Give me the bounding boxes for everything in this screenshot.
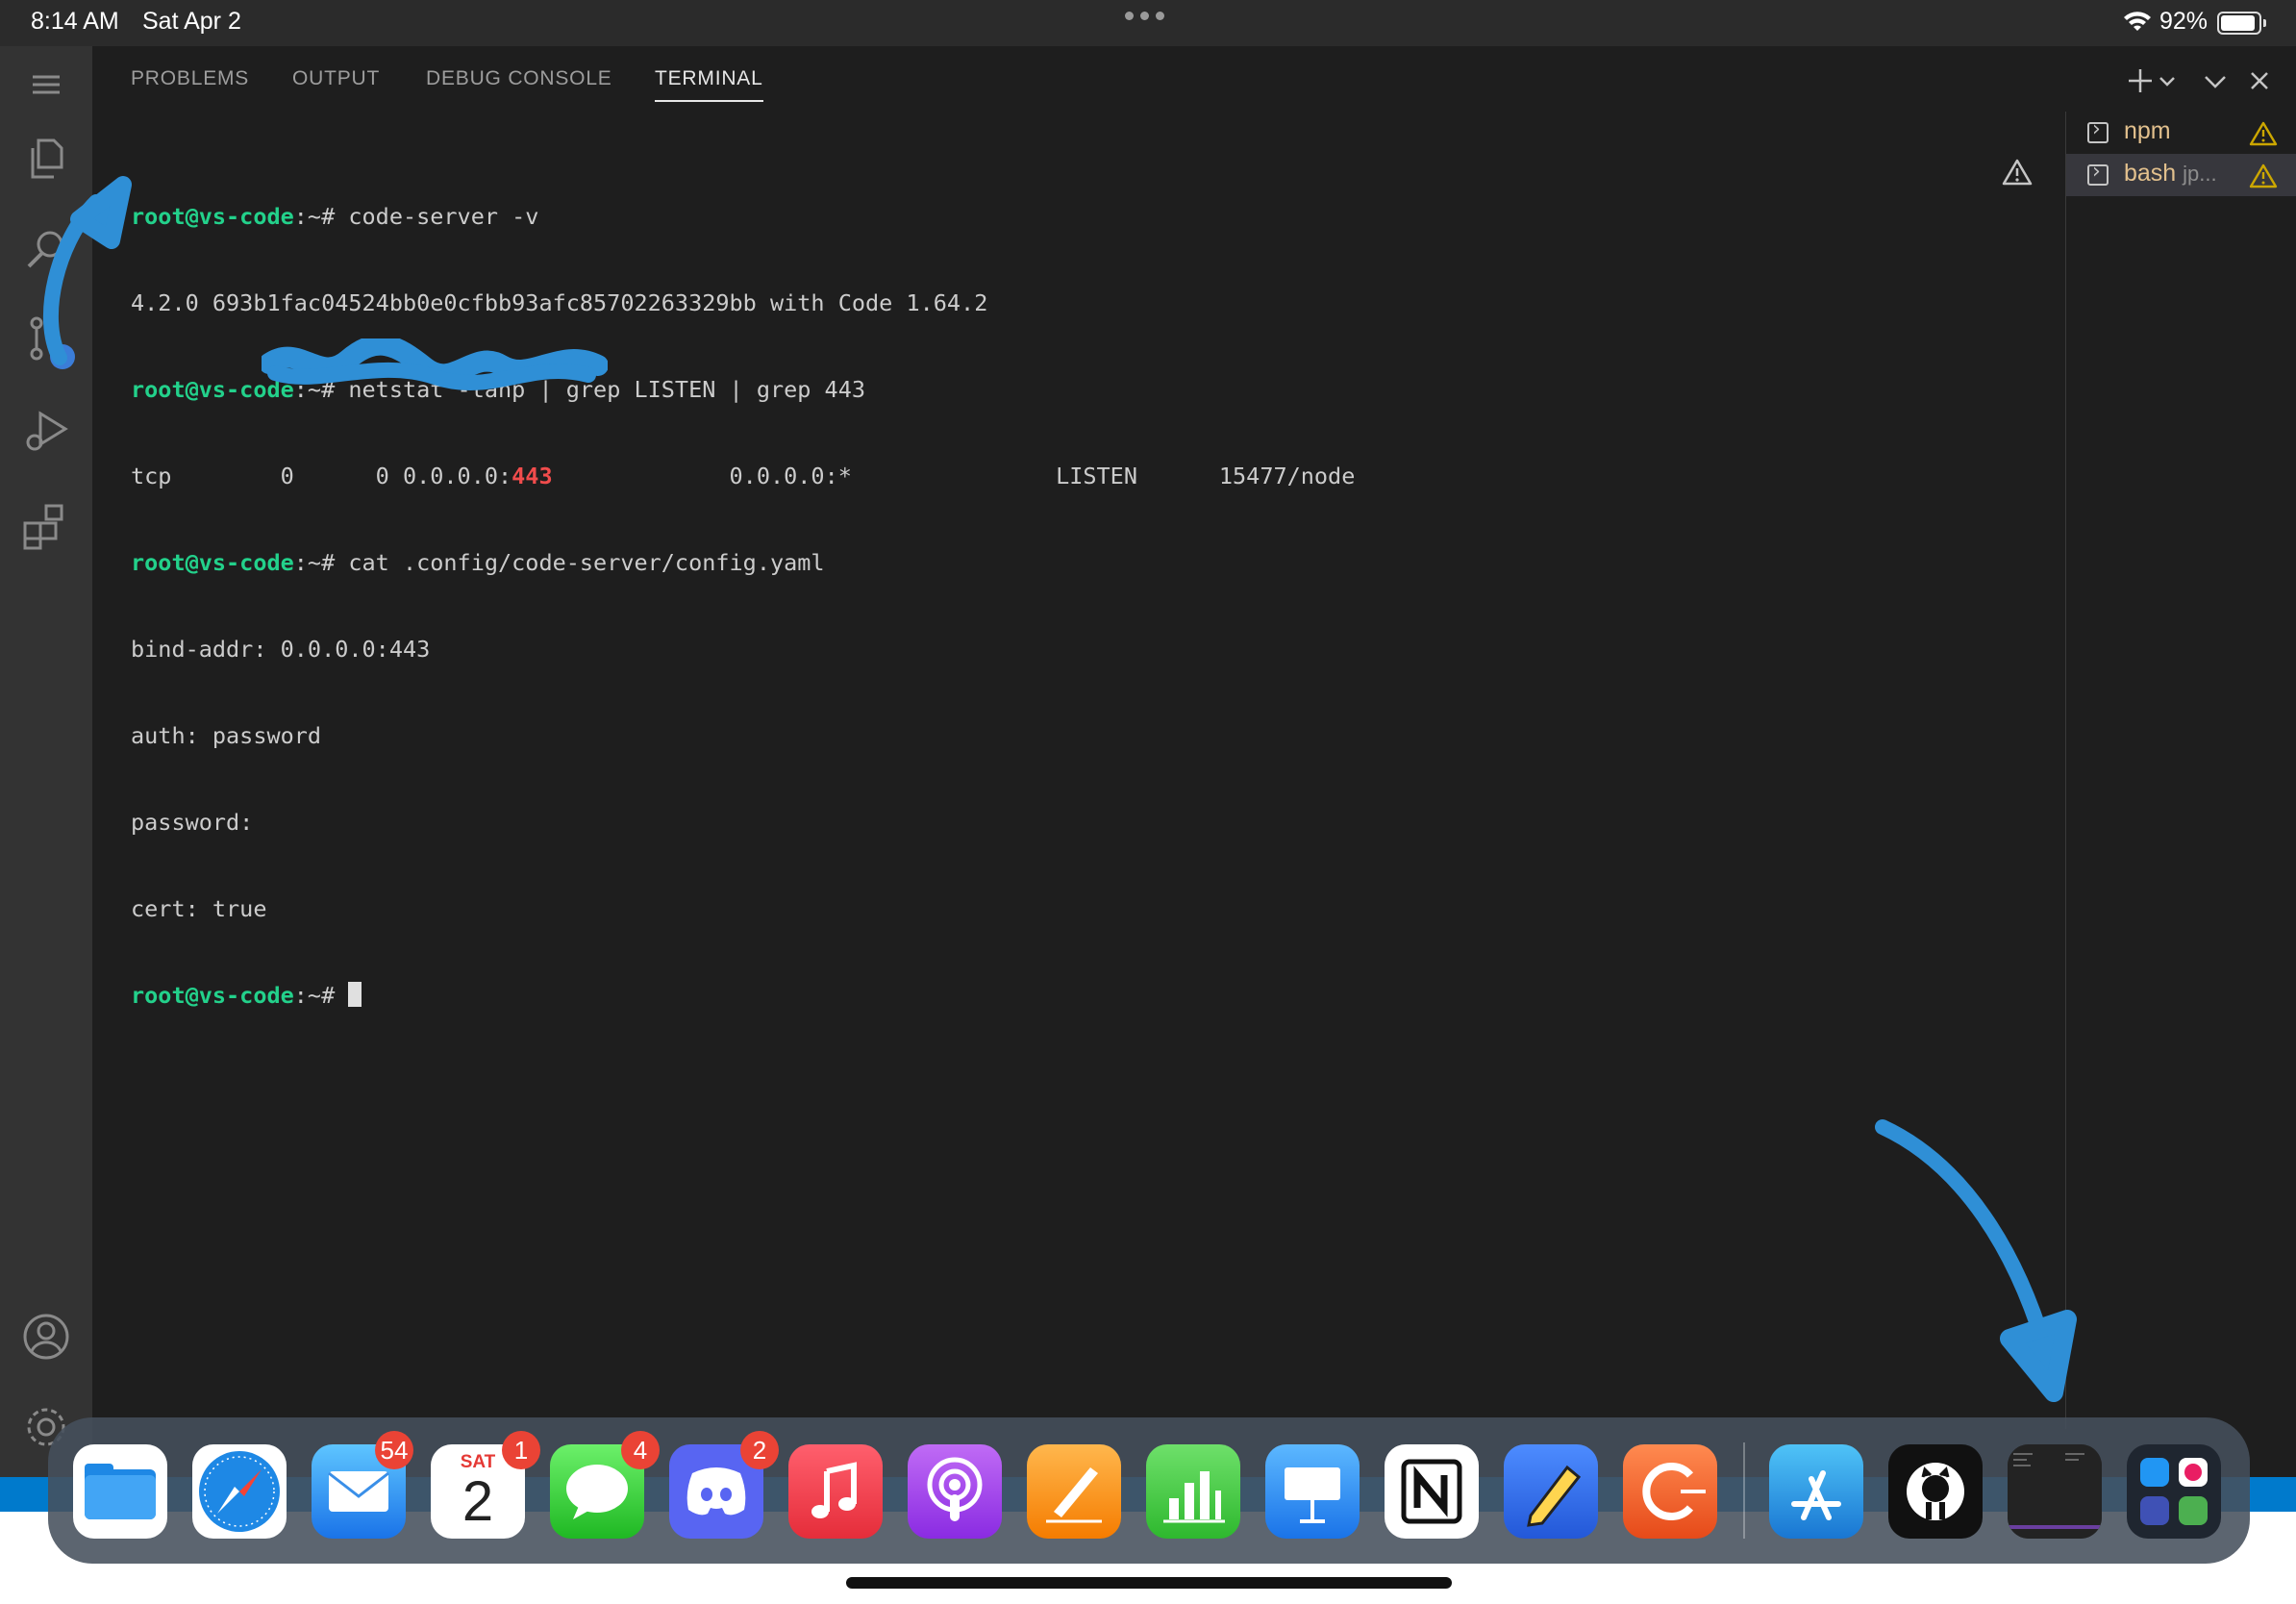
terminal-line: root@vs-code:~# code-server -v [131, 202, 2006, 231]
safari-app-icon[interactable] [192, 1444, 287, 1539]
terminal-line: 4.2.0 693b1fac04524bb0e0cfbb93afc8570226… [131, 288, 2006, 317]
search-icon[interactable] [19, 223, 73, 277]
calendar-badge: 1 [502, 1431, 540, 1469]
prompt-user: root@vs-code [131, 203, 294, 230]
terminal-line: root@vs-code:~# cat .config/code-server/… [131, 548, 2006, 577]
warning-icon[interactable] [2002, 158, 2033, 187]
wifi-icon [2124, 12, 2151, 31]
command-text: cat .config/code-server/config.yaml [348, 549, 825, 576]
dock-divider [1743, 1442, 1745, 1539]
github-app-icon[interactable] [1888, 1444, 1983, 1539]
battery-percent: 92% [2159, 8, 2209, 35]
podcasts-app-icon[interactable] [908, 1444, 1002, 1539]
warning-icon [2249, 121, 2278, 146]
notes-pencil-app-icon[interactable] [1504, 1444, 1598, 1539]
activity-bar: i [0, 46, 92, 1477]
recorder-app-icon[interactable] [1623, 1444, 1717, 1539]
run-debug-icon[interactable] [19, 404, 73, 458]
terminal-list-item-npm[interactable]: npm [2066, 112, 2296, 154]
terminal-line: tcp 0 0 0.0.0.0:443 0.0.0.0:* LISTEN 154… [131, 462, 2006, 490]
home-indicator[interactable] [846, 1577, 1452, 1589]
tab-output[interactable]: OUTPUT [292, 67, 380, 90]
terminal-icon [2087, 160, 2109, 186]
output-text: tcp 0 0 0.0.0.0: [131, 463, 512, 489]
multitasking-dots-icon[interactable] [1125, 12, 1164, 20]
close-panel-icon[interactable] [2242, 63, 2277, 98]
source-control-badge: i [50, 344, 75, 369]
command-text: code-server -v [348, 203, 539, 230]
output-text: cert: true [131, 895, 267, 922]
prompt-path: :~# [293, 203, 349, 230]
terminal-line: cert: true [131, 894, 2006, 923]
discord-badge: 2 [740, 1431, 779, 1469]
warning-icon [2249, 163, 2278, 188]
output-text: 0.0.0.0:* LISTEN 15477/node [552, 463, 1356, 489]
keynote-app-icon[interactable] [1265, 1444, 1360, 1539]
terminal-list-label: bash jp... [2124, 160, 2217, 187]
extensions-icon[interactable] [19, 500, 73, 554]
terminal-output[interactable]: root@vs-code:~# code-server -v 4.2.0 693… [131, 144, 2006, 1394]
music-app-icon[interactable] [788, 1444, 883, 1539]
messages-badge: 4 [621, 1431, 660, 1469]
redaction-scribble [262, 338, 608, 390]
terminal-cursor [348, 982, 362, 1007]
terminal-dropdown-chevron-icon[interactable] [2156, 63, 2179, 98]
tab-problems[interactable]: PROBLEMS [131, 67, 249, 90]
terminal-line: root@vs-code:~# [131, 981, 2006, 1010]
output-text: auth: password [131, 722, 322, 749]
numbers-app-icon[interactable] [1146, 1444, 1240, 1539]
highlighted-port: 443 [512, 463, 553, 489]
accounts-icon[interactable] [19, 1310, 73, 1364]
terminal-line: auth: password [131, 721, 2006, 750]
battery-icon [2217, 12, 2266, 35]
recent-app-thumbnail[interactable] [2008, 1444, 2102, 1539]
tab-debug-console[interactable]: DEBUG CONSOLE [426, 67, 612, 90]
pages-app-icon[interactable] [1027, 1444, 1121, 1539]
terminal-list-item-bash[interactable]: bash jp... [2066, 154, 2296, 196]
panel-tab-bar: PROBLEMS OUTPUT DEBUG CONSOLE TERMINAL [92, 46, 2296, 112]
status-date: Sat Apr 2 [142, 8, 241, 35]
mail-badge: 54 [375, 1431, 413, 1469]
ios-status-bar: 8:14 AM Sat Apr 2 92% [0, 0, 2296, 46]
prompt-user: root@vs-code [131, 549, 294, 576]
notion-app-icon[interactable] [1385, 1444, 1479, 1539]
status-time: 8:14 AM [31, 8, 119, 35]
new-terminal-plus-icon[interactable] [2123, 63, 2158, 98]
terminal-icon [2087, 117, 2109, 143]
prompt-path: :~# [293, 982, 349, 1009]
files-app-icon[interactable] [73, 1444, 167, 1539]
app-store-app-icon[interactable] [1769, 1444, 1863, 1539]
tab-terminal[interactable]: TERMINAL [655, 67, 763, 102]
terminal-line: bind-addr: 0.0.0.0:443 [131, 635, 2006, 664]
app-library-icon[interactable] [2127, 1444, 2221, 1539]
terminal-line: password: [131, 808, 2006, 837]
output-text: password: [131, 809, 267, 836]
collapse-panel-chevron-icon[interactable] [2198, 63, 2233, 98]
explorer-icon[interactable] [19, 131, 73, 185]
calendar-date: 2 [462, 1470, 494, 1533]
output-text: bind-addr: 0.0.0.0:443 [131, 636, 431, 663]
terminal-list-label: npm [2124, 117, 2171, 144]
prompt-path: :~# [293, 549, 349, 576]
terminal-list: npm bash jp... [2065, 112, 2296, 1429]
menu-icon[interactable] [19, 58, 73, 112]
prompt-user: root@vs-code [131, 982, 294, 1009]
output-text: 4.2.0 693b1fac04524bb0e0cfbb93afc8570226… [131, 289, 988, 316]
